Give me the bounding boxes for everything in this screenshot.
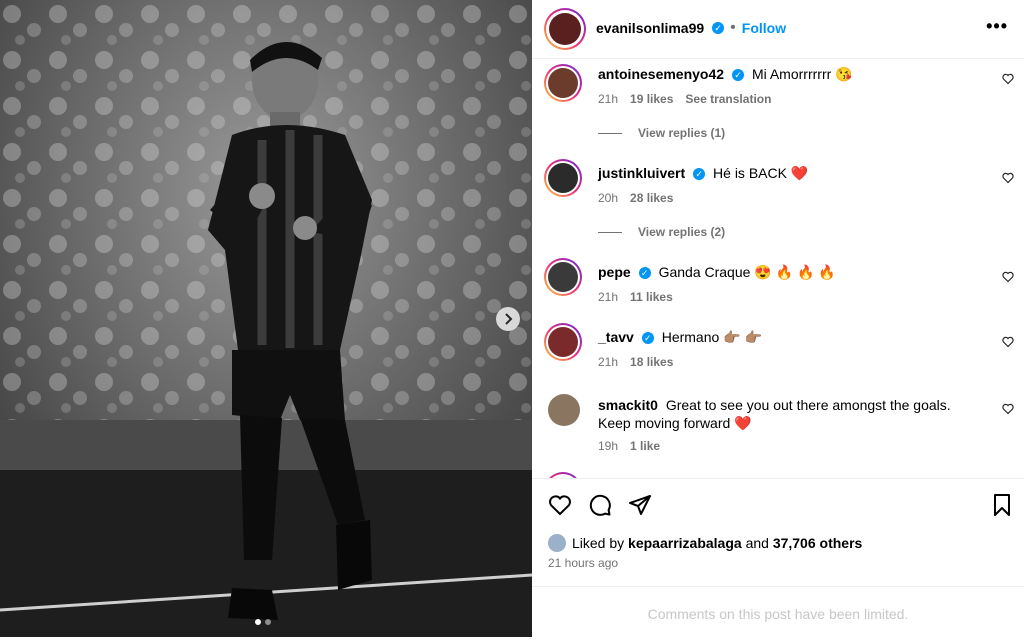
post-photo: [0, 0, 532, 637]
comment-body: _tavv ✓ Hermano 👉🏽 👉🏽: [598, 328, 978, 346]
comment-body: justinkluivert ✓ Hé is BACK ❤️: [598, 164, 978, 182]
commenter-avatar: [548, 262, 578, 292]
commenter-avatar-ring[interactable]: [544, 258, 582, 296]
likes-others-count[interactable]: 37,706 others: [773, 535, 863, 551]
comment-time: 21h: [598, 355, 619, 369]
comment-time: 21h: [598, 290, 619, 304]
comment-username[interactable]: pepe: [598, 264, 631, 280]
comment-time: 20h: [598, 191, 619, 205]
author-avatar: [549, 13, 581, 45]
more-icon[interactable]: •••: [986, 16, 1008, 37]
follow-button[interactable]: Follow: [742, 20, 786, 36]
comment-text: Mi Amorrrrrrr 😘: [751, 66, 853, 82]
liked-by-user[interactable]: kepaarrizabalaga: [628, 535, 742, 551]
view-replies-button[interactable]: View replies (2): [598, 225, 725, 239]
comment-body: antoinesemenyo42 ✓ Mi Amorrrrrrr 😘: [598, 65, 978, 83]
post-timestamp[interactable]: 21 hours ago: [548, 556, 618, 570]
commenter-avatar-ring[interactable]: [544, 159, 582, 197]
heart-icon[interactable]: [1002, 336, 1014, 348]
comment-text: Hé is BACK ❤️: [713, 165, 809, 181]
comment-body: smackit0 Great to see you out there amon…: [598, 396, 978, 432]
carousel-dot-1: [255, 619, 261, 625]
comment-time: 19h: [598, 439, 619, 453]
chevron-right-icon: [505, 313, 513, 325]
commenter-avatar: [548, 327, 578, 357]
view-replies-label: View replies (1): [638, 126, 726, 140]
comments-list: antoinesemenyo42 ✓ Mi Amorrrrrrr 😘 21h 19…: [532, 58, 1024, 478]
verified-icon: ✓: [732, 69, 745, 81]
comment-time: 21h: [598, 92, 619, 106]
heart-icon[interactable]: [1002, 271, 1014, 283]
separator-dot: •: [730, 19, 736, 36]
post-side-panel: evanilsonlima99 ✓ • Follow ••• antoinese…: [532, 0, 1024, 637]
post-actions: Liked by kepaarrizabalaga and 37,706 oth…: [532, 478, 1024, 587]
commenter-avatar-ring[interactable]: [544, 64, 582, 102]
comment-meta: 21h 11 likes: [598, 290, 673, 304]
commenter-avatar[interactable]: [548, 394, 580, 426]
share-icon[interactable]: [628, 493, 652, 517]
comment-username[interactable]: antoinesemenyo42: [598, 66, 724, 82]
author-avatar-ring[interactable]: [544, 8, 586, 50]
carousel-next-button[interactable]: [496, 307, 520, 331]
post-media: [0, 0, 532, 637]
heart-icon[interactable]: [1002, 73, 1014, 85]
liker-avatar: [548, 534, 566, 552]
liked-by-and: and: [745, 535, 769, 551]
view-replies-button[interactable]: View replies (1): [598, 126, 725, 140]
heart-icon[interactable]: [1002, 403, 1014, 415]
comment-icon[interactable]: [588, 493, 612, 517]
comment-body: pepe ✓ Ganda Craque 😍 🔥 🔥 🔥: [598, 263, 978, 281]
comment-likes[interactable]: 28 likes: [630, 191, 673, 205]
comment-text: Ganda Craque 😍 🔥 🔥 🔥: [658, 264, 836, 280]
comment-text: Hermano 👉🏽 👉🏽: [661, 329, 762, 345]
comment-meta: 21h 18 likes: [598, 355, 673, 369]
author-username[interactable]: evanilsonlima99: [596, 20, 704, 36]
comment-likes[interactable]: 19 likes: [630, 92, 673, 106]
verified-icon: ✓: [638, 267, 651, 279]
see-translation-link[interactable]: See translation: [685, 92, 771, 106]
heart-icon[interactable]: [1002, 172, 1014, 184]
carousel-indicator: [255, 619, 271, 625]
comment-username[interactable]: _tavv: [598, 329, 634, 345]
comments-limited-notice: Comments on this post have been limited.: [532, 586, 1024, 638]
comment-meta: 19h 1 like: [598, 439, 660, 453]
comment-likes[interactable]: 1 like: [630, 439, 660, 453]
liked-by-summary[interactable]: Liked by kepaarrizabalaga and 37,706 oth…: [548, 534, 862, 552]
commenter-avatar: [548, 68, 578, 98]
comment-username[interactable]: smackit0: [598, 397, 658, 413]
verified-icon: ✓: [712, 22, 725, 34]
heart-icon[interactable]: [548, 493, 572, 517]
commenter-avatar-ring[interactable]: [544, 323, 582, 361]
comment-username[interactable]: justinkluivert: [598, 165, 685, 181]
comment-likes[interactable]: 11 likes: [630, 290, 673, 304]
save-icon[interactable]: [990, 493, 1014, 517]
carousel-dot-2: [265, 619, 271, 625]
verified-icon: ✓: [641, 332, 654, 344]
post-header: evanilsonlima99 ✓ • Follow •••: [532, 0, 1024, 59]
comment-meta: 20h 28 likes: [598, 191, 673, 205]
verified-icon: ✓: [693, 168, 706, 180]
commenter-avatar: [548, 163, 578, 193]
comment-meta: 21h 19 likes See translation: [598, 92, 771, 106]
comment-likes[interactable]: 18 likes: [630, 355, 673, 369]
liked-by-prefix: Liked by: [572, 535, 625, 551]
view-replies-label: View replies (2): [638, 225, 726, 239]
